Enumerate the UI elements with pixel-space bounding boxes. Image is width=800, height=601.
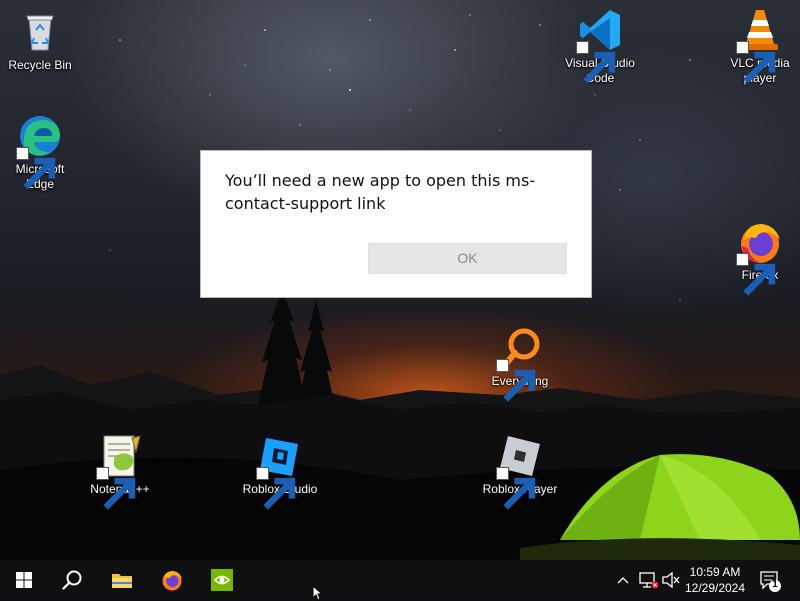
taskbar: 10:59 AM 12/29/2024 1	[0, 560, 800, 600]
firefox-taskbar-button[interactable]	[148, 560, 196, 600]
roblox-studio-icon	[256, 432, 304, 510]
nvidia-icon	[211, 569, 233, 591]
folder-icon	[112, 574, 132, 588]
desktop-icon-notepadpp[interactable]: Notepad++	[72, 432, 168, 510]
search-icon	[62, 570, 82, 590]
desktop-icon-firefox[interactable]: Firefox	[712, 218, 800, 296]
search-button[interactable]	[48, 560, 96, 600]
desktop-icon-everything[interactable]: Everything	[472, 324, 568, 402]
network-status-button[interactable]	[636, 560, 660, 600]
shortcut-arrow-icon	[576, 41, 616, 84]
recycle-bin-icon	[16, 8, 64, 56]
nvidia-button[interactable]	[198, 560, 246, 600]
clock-date: 12/29/2024	[684, 581, 746, 595]
shortcut-arrow-icon	[256, 467, 296, 510]
show-hidden-icons-button[interactable]	[614, 560, 632, 600]
chevron-up-icon	[617, 577, 629, 584]
shortcut-arrow-icon	[736, 41, 776, 84]
start-button[interactable]	[0, 560, 48, 600]
everything-icon	[496, 324, 544, 402]
dialog-message: You’ll need a new app to open this ms-co…	[225, 171, 536, 213]
firefox-icon	[162, 571, 182, 591]
notepadpp-icon	[96, 432, 144, 510]
ok-button[interactable]: OK	[368, 243, 567, 274]
clock[interactable]: 10:59 AM 12/29/2024	[682, 564, 748, 596]
roblox-player-icon	[496, 432, 544, 510]
desktop-icon-microsoft-edge[interactable]: Microsoft Edge	[0, 112, 88, 192]
shortcut-arrow-icon	[736, 253, 776, 296]
shortcut-arrow-icon	[16, 147, 56, 190]
volume-muted-icon	[662, 571, 680, 589]
edge-icon	[16, 112, 64, 190]
desktop-icon-label: Recycle Bin	[8, 58, 72, 72]
desktop: Recycle Bin Microsoft Edge Visual Studio…	[0, 0, 800, 560]
mouse-cursor-icon	[312, 585, 324, 601]
app-needed-dialog: You’ll need a new app to open this ms-co…	[200, 150, 592, 298]
clock-time: 10:59 AM	[689, 565, 741, 579]
network-disconnected-icon	[639, 572, 659, 589]
desktop-icon-vlc[interactable]: VLC media player	[712, 6, 800, 86]
shortcut-arrow-icon	[496, 467, 536, 510]
desktop-icon-roblox-studio[interactable]: Roblox Studio	[232, 432, 328, 510]
file-explorer-button[interactable]	[98, 560, 146, 600]
vscode-icon	[576, 6, 624, 84]
firefox-icon	[736, 218, 784, 296]
shortcut-arrow-icon	[96, 467, 136, 510]
windows-logo-icon	[16, 572, 32, 588]
shortcut-arrow-icon	[496, 359, 536, 402]
desktop-icon-roblox-player[interactable]: Roblox Player	[472, 432, 568, 510]
action-center-button[interactable]: 1	[756, 560, 786, 600]
vlc-icon	[736, 6, 784, 84]
volume-button[interactable]	[660, 560, 682, 600]
desktop-icon-recycle-bin[interactable]: Recycle Bin	[0, 8, 88, 73]
notification-count-badge: 1	[772, 579, 778, 590]
desktop-icon-vscode[interactable]: Visual Studio Code	[552, 6, 648, 86]
